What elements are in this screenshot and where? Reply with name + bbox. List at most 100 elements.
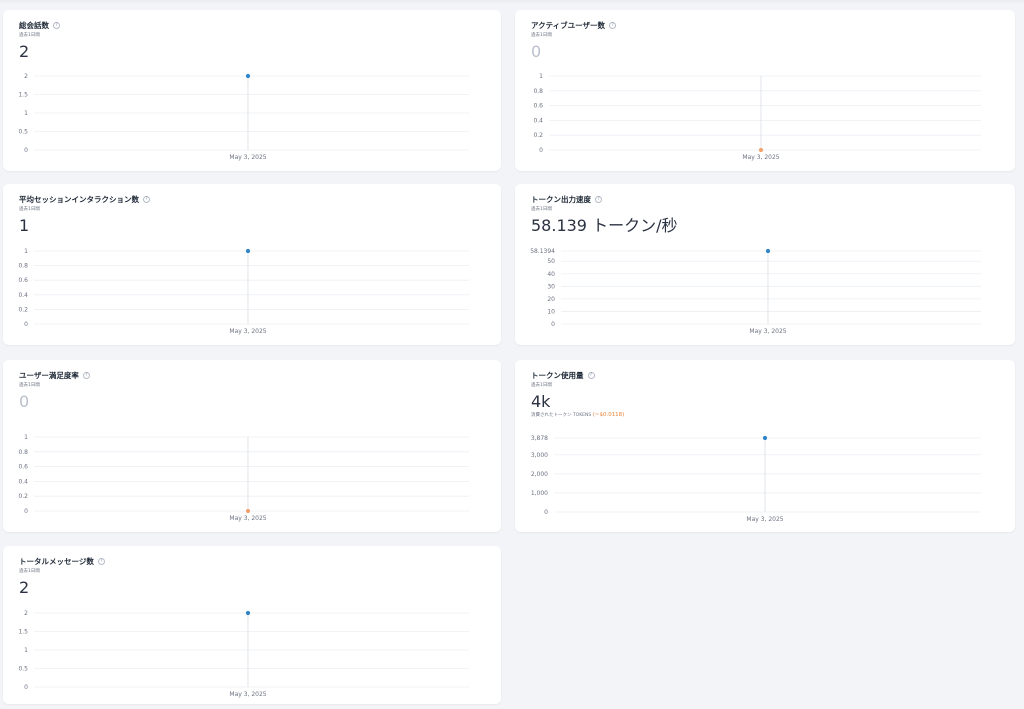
metric-card-user-satisfaction: ユーザー満足度率? 過去1日間 0 0 0.2 0.4 0.6 0.8 1 May 3, 2025 — [3, 360, 501, 532]
question-circle-icon[interactable]: ? — [97, 557, 105, 565]
question-circle-icon[interactable]: ? — [609, 21, 617, 29]
question-circle-icon[interactable]: ? — [53, 21, 60, 29]
y-tick-label: 2 — [24, 610, 28, 617]
card-title: 平均セッションインタラクション数 — [19, 194, 139, 204]
y-tick-label: 1 — [24, 434, 28, 441]
chart-avg-session-interactions: 0 0.2 0.4 0.6 0.8 1 May 3, 2025 — [18, 248, 469, 335]
chart-active-users: 0 0.2 0.4 0.6 0.8 1 May 3, 2025 — [533, 73, 981, 161]
y-tick-label: 3,000 — [531, 452, 548, 459]
metric-card-total-messages: トータルメッセージ数? 過去1日間 2 0 0.5 1 1.5 2 May 3, 2025 — [3, 546, 501, 704]
metric-card-total-sessions: 総会話数? 過去1日間 2 0 0.5 1 1.5 2 May 3, 2025 — [3, 10, 501, 171]
data-point — [758, 147, 764, 153]
card-header: ユーザー満足度率? — [19, 369, 489, 381]
card-header: トータルメッセージ数? — [19, 555, 489, 567]
y-tick-label: 0 — [24, 684, 28, 691]
card-title: トークン使用量 — [531, 370, 584, 380]
y-tick-label: 0.8 — [18, 263, 28, 270]
question-circle-icon[interactable]: ? — [595, 195, 602, 203]
y-tick-label: 0 — [24, 321, 28, 328]
data-point — [245, 610, 251, 616]
question-circle-icon[interactable]: ? — [143, 195, 150, 203]
y-tick-label: 0.6 — [18, 464, 28, 471]
y-tick-label: 0.5 — [18, 666, 28, 673]
metric-card-token-output-speed: トークン出力速度? 過去1日間 58.139 トークン/秒 0 10 20 30 40 50 58… — [515, 184, 1015, 345]
y-tick-label: 1.5 — [18, 629, 28, 636]
y-tick-label: 0.6 — [533, 103, 543, 110]
y-tick-label: 1.5 — [18, 92, 28, 99]
card-header: トークン使用量? — [531, 369, 1003, 381]
y-tick-label: 0.4 — [18, 292, 28, 299]
card-value: 0 — [531, 42, 542, 61]
card-period: 過去1日間 — [19, 33, 40, 38]
y-tick-label: 1 — [24, 647, 28, 654]
y-tick-label: 30 — [547, 283, 555, 290]
question-circle-icon[interactable]: ? — [587, 371, 595, 379]
data-point — [245, 508, 251, 514]
y-tick-label: 0 — [539, 147, 543, 154]
card-title: トータルメッセージ数 — [19, 556, 94, 566]
y-tick-label: 20 — [547, 296, 555, 303]
token-note-label: 消費されたトークン TOKENS — [531, 413, 592, 418]
y-tick-label: 40 — [547, 271, 555, 278]
y-tick-label: 0.5 — [18, 129, 28, 136]
y-tick-label: 0.2 — [18, 306, 28, 313]
token-cost: (~$0.0118) — [592, 412, 625, 418]
y-tick-label: 1,000 — [531, 490, 548, 497]
card-header: トークン出力速度? — [531, 193, 1003, 205]
y-tick-label: 2 — [24, 73, 28, 80]
chart-token-usage: 0 1,000 2,000 3,000 3,878 May 3, 2025 — [531, 435, 981, 523]
x-tick-label: May 3, 2025 — [229, 154, 266, 161]
card-title: アクティブユーザー数 — [531, 20, 606, 30]
x-tick-label: May 3, 2025 — [749, 328, 786, 335]
card-title: トークン出力速度 — [531, 194, 591, 204]
y-tick-label: 0.4 — [18, 478, 28, 485]
x-tick-label: May 3, 2025 — [746, 516, 783, 523]
y-tick-label: 1 — [24, 110, 28, 117]
y-tick-label: 3,878 — [531, 435, 548, 442]
card-header: 総会話数? — [19, 19, 489, 31]
y-tick-label: 0 — [544, 509, 548, 516]
y-tick-label: 0 — [24, 508, 28, 515]
card-period: 過去1日間 — [19, 383, 40, 388]
data-point — [765, 248, 771, 254]
y-tick-label: 0.8 — [18, 449, 28, 456]
y-tick-label: 50 — [547, 258, 555, 265]
card-period: 過去1日間 — [531, 383, 552, 388]
data-point — [762, 435, 768, 441]
y-tick-label: 0.6 — [18, 277, 28, 284]
y-tick-label: 1 — [24, 248, 28, 255]
chart-token-output-speed: 0 10 20 30 40 50 58.1394 May 3, 2025 — [530, 248, 981, 335]
metric-card-active-users: アクティブユーザー数? 過去1日間 0 0 0.2 0.4 0.6 0.8 1 May 3, 20… — [515, 10, 1015, 171]
card-period: 過去1日間 — [531, 33, 552, 38]
card-period: 過去1日間 — [19, 207, 40, 212]
x-tick-label: May 3, 2025 — [742, 154, 779, 161]
card-value: 1 — [19, 216, 30, 235]
y-tick-label: 1 — [539, 73, 543, 80]
card-title: 総会話数 — [19, 20, 49, 30]
card-value: 0 — [19, 392, 30, 411]
card-period: 過去1日間 — [531, 207, 552, 212]
x-tick-label: May 3, 2025 — [229, 328, 266, 335]
y-tick-label: 10 — [547, 308, 555, 315]
y-tick-label: 0 — [24, 147, 28, 154]
card-header: 平均セッションインタラクション数? — [19, 193, 489, 205]
card-title: ユーザー満足度率 — [19, 370, 79, 380]
data-point — [245, 73, 251, 79]
y-tick-label: 0.4 — [533, 117, 543, 124]
card-value: 58.139 トークン/秒 — [531, 216, 678, 235]
x-tick-label: May 3, 2025 — [229, 515, 266, 522]
token-note: 消費されたトークン TOKENS (~$0.0118) — [531, 412, 1003, 419]
card-value: 2 — [19, 578, 30, 597]
question-circle-icon[interactable]: ? — [82, 371, 90, 379]
x-tick-label: May 3, 2025 — [229, 691, 266, 698]
y-tick-label: 2,000 — [531, 471, 548, 478]
card-value: 2 — [19, 42, 30, 61]
chart-total-sessions: 0 0.5 1 1.5 2 May 3, 2025 — [18, 73, 469, 161]
y-tick-label: 0.2 — [533, 132, 543, 139]
metric-card-token-usage: トークン使用量? 過去1日間 4k 消費されたトークン TOKENS (~$0.011… — [515, 360, 1015, 532]
top-bar-edge — [0, 0, 1024, 4]
metric-card-avg-session-interactions: 平均セッションインタラクション数? 過去1日間 1 0 0.2 0.4 0.6 0.8 1 May… — [3, 184, 501, 345]
y-tick-label: 0.2 — [18, 493, 28, 500]
y-tick-label: 58.1394 — [530, 248, 555, 255]
card-period: 過去1日間 — [19, 569, 40, 574]
